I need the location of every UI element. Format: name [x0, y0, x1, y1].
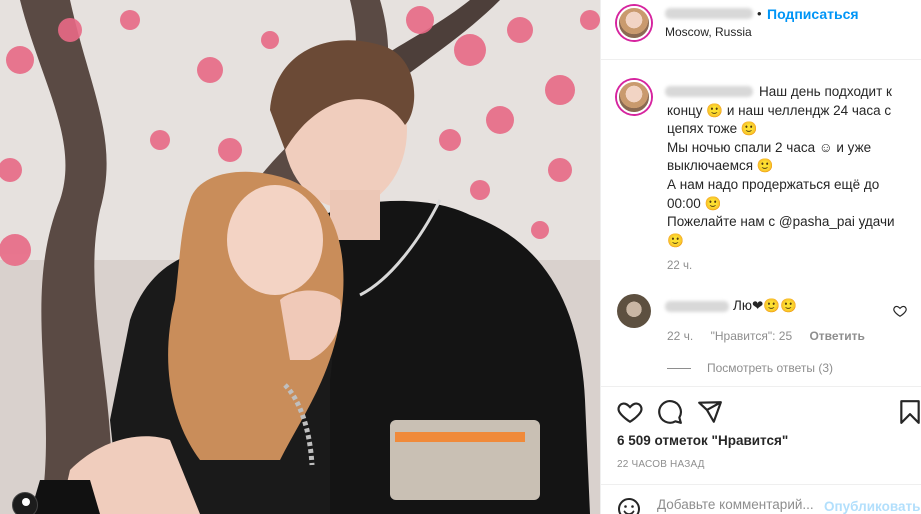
replies-line [667, 368, 691, 370]
caption-text: Наш день подходит к концу 🙂 и наш челлен… [667, 84, 895, 248]
comment-text: Лю❤🙂🙂 [733, 298, 797, 313]
comment-icon[interactable] [657, 399, 683, 425]
view-replies-label: Посмотреть ответы (3) [707, 361, 834, 375]
author-username-blurred[interactable] [665, 8, 753, 19]
post-side-panel: • Подписаться Moscow, Russia Наш день по… [600, 0, 921, 514]
reply-button[interactable]: Ответить [809, 329, 864, 343]
commenter-username-blurred[interactable] [665, 301, 729, 312]
user-tag-icon[interactable] [12, 492, 38, 514]
publish-button[interactable]: Опубликовать [824, 499, 920, 514]
bookmark-icon[interactable] [897, 399, 921, 425]
comment-time[interactable]: 22 ч. [667, 329, 693, 343]
photo-illustration [0, 0, 600, 514]
comment-meta: 22 ч. "Нравится": 25 Ответить [667, 329, 879, 343]
smile-icon[interactable] [617, 497, 641, 514]
heart-icon[interactable] [617, 399, 643, 425]
caption-time[interactable]: 22 ч. [667, 260, 692, 272]
post-photo[interactable] [0, 0, 600, 514]
author-avatar[interactable] [617, 6, 651, 40]
commenter-avatar[interactable] [617, 294, 651, 328]
comment-heart-icon[interactable] [893, 304, 907, 318]
view-replies-button[interactable]: Посмотреть ответы (3) [667, 361, 833, 375]
caption-author-avatar[interactable] [617, 80, 651, 114]
comment-input[interactable] [657, 497, 817, 512]
location-link[interactable]: Moscow, Russia [665, 25, 752, 39]
separator-dot: • [757, 6, 762, 21]
post-header: • Подписаться Moscow, Russia [601, 0, 921, 60]
likes-count[interactable]: 6 509 отметок "Нравится" [617, 433, 788, 448]
follow-button[interactable]: Подписаться [767, 6, 859, 22]
post-time[interactable]: 22 ЧАСОВ НАЗАД [617, 459, 705, 470]
comment-likes[interactable]: "Нравится": 25 [711, 329, 793, 343]
add-comment-bar: Опубликовать [601, 484, 921, 514]
share-icon[interactable] [697, 399, 723, 425]
